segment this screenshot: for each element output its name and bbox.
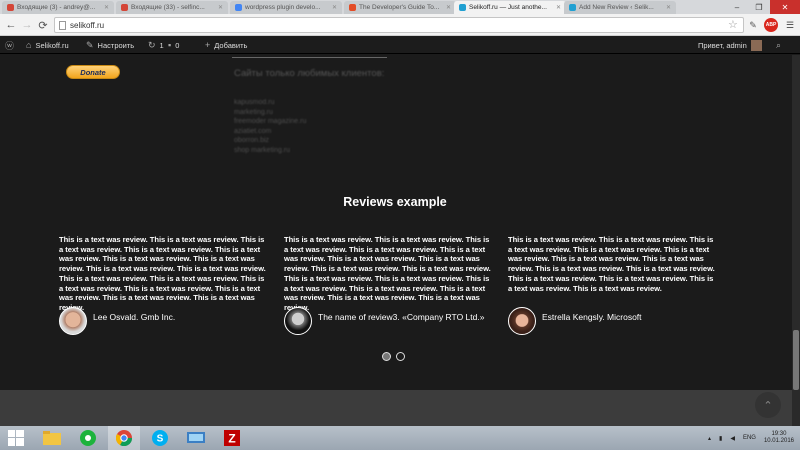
- browser-tab[interactable]: Входящие (3) - andrey@... ✕: [2, 1, 114, 14]
- list-item[interactable]: oborron.biz: [234, 136, 306, 146]
- filezilla-icon[interactable]: Z: [216, 426, 248, 450]
- browser-tab[interactable]: The Developer's Guide To... ✕: [344, 1, 456, 14]
- close-tab-icon[interactable]: ✕: [104, 4, 109, 11]
- menu-icon[interactable]: ☰: [783, 18, 797, 32]
- site-favicon-icon: [349, 4, 356, 11]
- back-icon[interactable]: ←: [4, 18, 18, 32]
- close-tab-icon[interactable]: ✕: [666, 4, 671, 11]
- svg-text:Z: Z: [228, 432, 235, 446]
- clock[interactable]: 19:30 10.01.2016: [764, 431, 794, 445]
- page-content: Donate Сайты только любимых клиентов: ka…: [0, 55, 800, 390]
- site-name-link[interactable]: ⌂ Selikoff.ru: [26, 36, 69, 54]
- slider-pagination: [382, 352, 405, 361]
- blurred-sidebar-title: Сайты только любимых клиентов:: [234, 68, 385, 79]
- browser-tab[interactable]: Add New Review ‹ Selik... ✕: [564, 1, 676, 14]
- wp-admin-bar: ⓦ ⌂ Selikoff.ru ✎ Настроить ↻ 1 ▪ 0 + Добавит…: [0, 36, 800, 54]
- slider-dot[interactable]: [396, 352, 405, 361]
- adblock-icon[interactable]: ABP: [764, 18, 778, 32]
- forward-icon[interactable]: →: [20, 18, 34, 32]
- scrollbar-thumb[interactable]: [793, 330, 799, 390]
- browser-tab-active[interactable]: Selikoff.ru — Just anothe... ✕: [454, 1, 566, 14]
- review-card: This is a text was review. This is a tex…: [508, 235, 718, 293]
- eyedropper-icon[interactable]: ✎: [746, 18, 760, 32]
- file-explorer-icon[interactable]: [36, 426, 68, 450]
- review-author: Lee Osvald. Gmb Inc.: [59, 307, 175, 335]
- review-text: This is a text was review. This is a tex…: [284, 235, 491, 312]
- reviewer-avatar: [508, 307, 536, 335]
- close-tab-icon[interactable]: ✕: [556, 4, 561, 11]
- divider: [232, 57, 387, 58]
- language-indicator[interactable]: ENG: [743, 435, 756, 441]
- close-window-icon[interactable]: ✕: [770, 0, 800, 14]
- svg-text:S: S: [157, 434, 164, 445]
- list-item[interactable]: kapusmod.ru: [234, 98, 306, 108]
- add-new-link[interactable]: + Добавить: [205, 36, 247, 54]
- review-card: This is a text was review. This is a tex…: [284, 235, 494, 313]
- browser-tab[interactable]: Входящие (33) - selfinc... ✕: [116, 1, 228, 14]
- browser-tab[interactable]: wordpress plugin develo... ✕: [230, 1, 342, 14]
- list-item[interactable]: freemoder magazine.ru: [234, 117, 306, 127]
- avatar: [750, 39, 762, 51]
- list-item[interactable]: aziatiet.com: [234, 127, 306, 137]
- author-name: The name of review3. «Company RTO Ltd.»: [318, 312, 485, 322]
- search-icon[interactable]: ⌕: [776, 36, 781, 54]
- icq-icon[interactable]: [72, 426, 104, 450]
- brush-icon: ✎: [86, 39, 94, 50]
- minimize-icon[interactable]: –: [726, 0, 748, 14]
- page-footer: [0, 390, 800, 426]
- reviewer-avatar: [284, 307, 312, 335]
- remote-desktop-icon[interactable]: [180, 426, 212, 450]
- review-text: This is a text was review. This is a tex…: [508, 235, 715, 293]
- close-tab-icon[interactable]: ✕: [332, 4, 337, 11]
- blurred-link-list: kapusmod.ru marketing.ru freemoder magaz…: [234, 98, 306, 155]
- skype-icon[interactable]: S: [144, 426, 176, 450]
- customize-link[interactable]: ✎ Настроить: [86, 36, 134, 54]
- my-account-link[interactable]: Привет, admin: [698, 36, 762, 54]
- review-card: This is a text was review. This is a tex…: [59, 235, 269, 313]
- plus-icon: +: [205, 40, 211, 50]
- author-name: Lee Osvald. Gmb Inc.: [93, 312, 176, 322]
- reviewer-avatar: [59, 307, 87, 335]
- list-item[interactable]: shop marketing.ru: [234, 146, 306, 156]
- updates-icon: ↻: [148, 39, 156, 50]
- browser-tab-strip: Входящие (3) - andrey@... ✕ Входящие (33)…: [0, 0, 800, 14]
- close-tab-icon[interactable]: ✕: [218, 4, 223, 11]
- review-author: The name of review3. «Company RTO Ltd.»: [284, 307, 484, 335]
- window-controls: – ❐ ✕: [726, 0, 800, 14]
- reviews-title: Reviews example: [343, 195, 447, 209]
- site-favicon-icon: [569, 4, 576, 11]
- gmail-icon: [121, 4, 128, 11]
- donate-button[interactable]: Donate: [66, 65, 120, 79]
- updates-link[interactable]: ↻ 1: [148, 36, 164, 54]
- scroll-to-top-icon[interactable]: ⌃: [755, 392, 781, 418]
- review-text: This is a text was review. This is a tex…: [59, 235, 266, 312]
- close-tab-icon[interactable]: ✕: [446, 4, 451, 11]
- url-text: selikoff.ru: [70, 20, 105, 30]
- browser-toolbar: ← → ⟳ selikoff.ru ☆ ✎ ABP ☰: [0, 14, 800, 36]
- comment-icon: ▪: [168, 40, 172, 50]
- google-icon: [235, 4, 242, 11]
- gmail-icon: [7, 4, 14, 11]
- site-favicon-icon: [459, 4, 466, 11]
- page-icon: [59, 20, 66, 30]
- comments-link[interactable]: ▪ 0: [168, 36, 179, 54]
- chrome-icon[interactable]: [108, 426, 140, 450]
- maximize-icon[interactable]: ❐: [748, 0, 770, 14]
- reload-icon[interactable]: ⟳: [36, 18, 50, 32]
- author-name: Estrella Kengsly. Microsoft: [542, 312, 642, 322]
- network-icon[interactable]: ▮: [719, 435, 722, 442]
- system-tray: ▴ ▮ ◀ ENG 19:30 10.01.2016: [708, 426, 794, 450]
- bookmark-star-icon[interactable]: ☆: [728, 18, 738, 31]
- windows-start-icon[interactable]: [0, 426, 32, 450]
- tray-expand-icon[interactable]: ▴: [708, 435, 711, 442]
- dashboard-icon: ⌂: [26, 40, 32, 50]
- slider-dot-active[interactable]: [382, 352, 391, 361]
- review-author: Estrella Kengsly. Microsoft: [508, 307, 642, 335]
- list-item[interactable]: marketing.ru: [234, 108, 306, 118]
- wordpress-logo-icon[interactable]: ⓦ: [5, 36, 14, 54]
- windows-taskbar: S Z: [0, 426, 800, 450]
- address-bar[interactable]: selikoff.ru: [54, 17, 744, 33]
- volume-icon[interactable]: ◀: [730, 435, 735, 442]
